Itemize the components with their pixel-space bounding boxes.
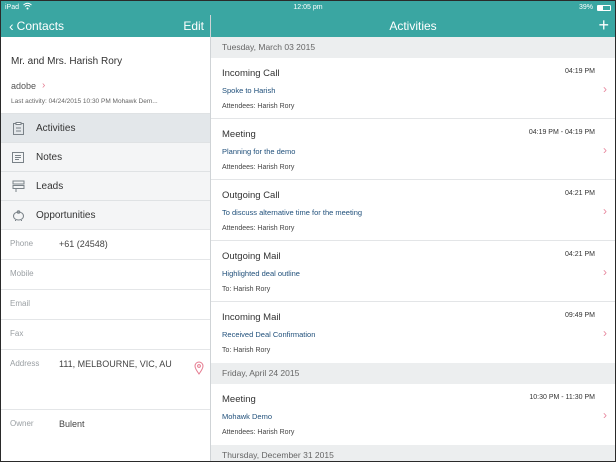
activity-attendees: Attendees: Harish Rory [222, 164, 295, 171]
back-label: Contacts [16, 19, 65, 33]
activity-row[interactable]: Incoming Mail 09:49 PM Received Deal Con… [211, 302, 615, 363]
signpost-icon [11, 180, 25, 193]
page-title: Activities [389, 19, 437, 33]
right-nav-bar: Activities + [211, 15, 615, 37]
chevron-right-icon: › [42, 80, 46, 91]
menu-label-leads: Leads [36, 180, 64, 192]
menu-item-leads[interactable]: Leads [1, 171, 210, 200]
menu-label-notes: Notes [36, 151, 63, 163]
contact-menu: Activities Notes Leads Opportunities [1, 113, 210, 229]
activity-attendees: Attendees: Harish Rory [222, 429, 295, 436]
last-activity: Last activity: 04/24/2015 10:30 PM Mohaw… [11, 98, 158, 105]
activity-time: 09:49 PM [565, 312, 595, 319]
contact-detail-panel: Mr. and Mrs. Harish Rory adobe › Last ac… [1, 37, 210, 461]
activity-attendees: To: Harish Rory [222, 286, 271, 293]
chevron-right-icon: › [603, 265, 607, 279]
activity-row[interactable]: Outgoing Call 04:21 PM To discuss altern… [211, 180, 615, 241]
activity-row[interactable]: Meeting 04:19 PM - 04:19 PM Planning for… [211, 119, 615, 180]
chevron-right-icon: › [603, 143, 607, 157]
owner-value: Bulent [59, 419, 85, 429]
status-bar: iPad 12:05 pm 39% [1, 1, 615, 15]
chevron-right-icon: › [603, 82, 607, 96]
activity-time: 04:21 PM [565, 190, 595, 197]
chevron-right-icon: › [603, 408, 607, 422]
menu-item-opportunities[interactable]: Opportunities [1, 200, 210, 229]
edit-button[interactable]: Edit [183, 19, 204, 33]
mobile-field[interactable]: Mobile [1, 259, 210, 289]
menu-label-activities: Activities [36, 122, 76, 134]
activity-row[interactable]: Outgoing Mail 04:21 PM Highlighted deal … [211, 241, 615, 302]
chevron-left-icon: ‹ [9, 18, 14, 34]
clipboard-icon [11, 121, 25, 135]
address-label: Address [10, 359, 40, 368]
contact-name: Mr. and Mrs. Harish Rory [11, 56, 123, 67]
fax-label: Fax [10, 329, 24, 338]
activity-subject: Spoke to Harish [222, 86, 276, 95]
owner-label: Owner [10, 419, 34, 428]
activity-subject: To discuss alternative time for the meet… [222, 208, 363, 217]
activity-type: Incoming Call [222, 68, 280, 79]
piggy-bank-icon [11, 209, 25, 222]
activity-type: Meeting [222, 129, 256, 140]
map-pin-icon[interactable] [194, 361, 204, 380]
back-button[interactable]: ‹ Contacts [9, 19, 64, 33]
activity-type: Outgoing Call [222, 190, 280, 201]
section-header: Thursday, December 31 2015 [211, 445, 615, 461]
company-link[interactable]: adobe › [11, 80, 45, 91]
phone-value: +61 (24548) [59, 239, 108, 249]
contact-fields: Phone +61 (24548) Mobile Email Fax Addre… [1, 229, 210, 439]
activity-type: Meeting [222, 394, 256, 405]
activity-time: 10:30 PM - 11:30 PM [529, 394, 595, 401]
status-time: 12:05 pm [293, 4, 323, 11]
activity-attendees: To: Harish Rory [222, 347, 271, 354]
left-nav-bar: ‹ Contacts Edit [1, 15, 210, 37]
phone-field[interactable]: Phone +61 (24548) [1, 229, 210, 259]
activity-attendees: Attendees: Harish Rory [222, 103, 295, 110]
battery-percent: 39% [578, 4, 593, 11]
email-label: Email [10, 299, 31, 308]
menu-item-notes[interactable]: Notes [1, 142, 210, 171]
mobile-label: Mobile [10, 269, 34, 278]
fax-field[interactable]: Fax [1, 319, 210, 349]
activity-subject: Highlighted deal outline [222, 269, 300, 278]
activity-subject: Planning for the demo [222, 147, 296, 156]
activity-type: Incoming Mail [222, 312, 281, 323]
activity-attendees: Attendees: Harish Rory [222, 225, 295, 232]
chevron-right-icon: › [603, 326, 607, 340]
activity-time: 04:19 PM - 04:19 PM [528, 129, 595, 136]
activity-subject: Mohawk Demo [222, 412, 273, 421]
notes-icon [11, 151, 25, 164]
activity-time: 04:19 PM [565, 68, 595, 75]
company-name: adobe [11, 80, 37, 91]
activities-list: Tuesday, March 03 2015 Incoming Call 04:… [211, 37, 615, 461]
address-field[interactable]: Address 111, MELBOURNE, VIC, AU [1, 349, 210, 409]
activity-row[interactable]: Incoming Call 04:19 PM Spoke to Harish A… [211, 58, 615, 119]
activity-time: 04:21 PM [565, 251, 595, 258]
section-header: Friday, April 24 2015 [211, 363, 615, 384]
menu-item-activities[interactable]: Activities [1, 113, 210, 142]
chevron-right-icon: › [603, 204, 607, 218]
email-field[interactable]: Email [1, 289, 210, 319]
menu-label-opportunities: Opportunities [36, 209, 96, 221]
activity-type: Outgoing Mail [222, 251, 281, 262]
app-window: iPad 12:05 pm 39% ‹ Contacts Edit Activi… [0, 0, 616, 462]
phone-label: Phone [10, 239, 34, 248]
section-header: Tuesday, March 03 2015 [211, 37, 615, 58]
activity-subject: Received Deal Confirmation [222, 330, 316, 339]
add-activity-button[interactable]: + [598, 15, 609, 35]
address-value: 111, MELBOURNE, VIC, AU [59, 359, 172, 369]
battery-icon [597, 5, 611, 11]
activity-row[interactable]: Meeting 10:30 PM - 11:30 PM Mohawk Demo … [211, 384, 615, 445]
owner-field[interactable]: Owner Bulent [1, 409, 210, 439]
